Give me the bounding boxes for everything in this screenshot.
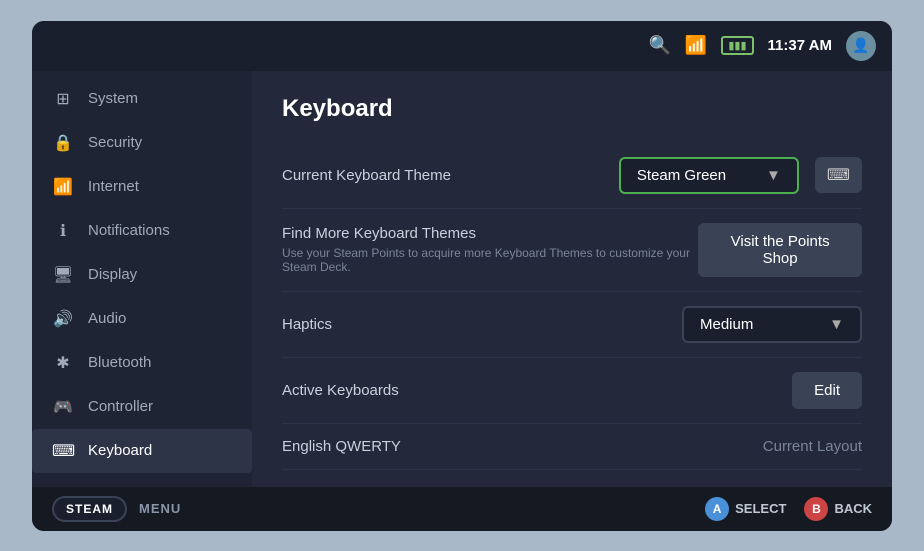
chevron-down-icon: ▼ [766,167,781,184]
info-icon: ℹ [52,221,74,241]
keyboard-icon: ⌨ [52,441,74,461]
avatar[interactable]: 👤 [846,31,876,61]
sidebar-item-label: Bluetooth [88,354,151,371]
back-label: BACK [834,501,872,516]
layout-row: English QWERTY Current Layout [282,424,862,470]
sidebar-item-keyboard[interactable]: ⌨ Keyboard [32,429,252,473]
haptics-value: Medium [700,316,753,333]
signal-icon: 📶 [685,35,707,56]
steam-button[interactable]: STEAM [52,496,127,522]
sidebar-item-friends[interactable]: 👥 Friends & Chat [32,473,252,487]
sidebar-item-display[interactable]: 🖥 Display [32,253,252,297]
clock: 11:37 AM [768,37,832,54]
back-action: B BACK [804,497,872,521]
haptics-label: Haptics [282,316,332,333]
wifi-icon: 📶 [52,177,74,197]
haptics-dropdown[interactable]: Medium ▼ [682,306,862,343]
theme-controls: Steam Green ▼ ⌨ [619,157,862,194]
lock-icon: 🔒 [52,133,74,153]
sidebar-item-bluetooth[interactable]: ✱ Bluetooth [32,341,252,385]
layout-label: English QWERTY [282,438,401,455]
bottom-actions: A SELECT B BACK [705,497,872,521]
search-icon[interactable]: 🔍 [649,35,671,56]
trackpad-typing-section: TRACKPAD TYPING [282,470,862,487]
sidebar-item-internet[interactable]: 📶 Internet [32,165,252,209]
sidebar-item-label: Display [88,266,137,283]
audio-icon: 🔊 [52,309,74,329]
keyboard-preview-button[interactable]: ⌨ [815,157,862,193]
sidebar-item-security[interactable]: 🔒 Security [32,121,252,165]
bottom-bar: STEAM MENU A SELECT B BACK [32,487,892,531]
sidebar: ⊞ System 🔒 Security 📶 Internet ℹ Notific… [32,71,252,487]
sidebar-item-label: Audio [88,310,126,327]
system-icon: ⊞ [52,89,74,109]
page-title: Keyboard [282,95,862,123]
sidebar-item-audio[interactable]: 🔊 Audio [32,297,252,341]
find-themes-label: Find More Keyboard Themes [282,225,698,242]
sidebar-item-label: System [88,90,138,107]
bluetooth-icon: ✱ [52,353,74,373]
find-themes-info: Find More Keyboard Themes Use your Steam… [282,225,698,274]
content-panel: Keyboard Current Keyboard Theme Steam Gr… [252,71,892,487]
theme-dropdown[interactable]: Steam Green ▼ [619,157,799,194]
sidebar-item-label: Internet [88,178,139,195]
edit-keyboards-button[interactable]: Edit [792,372,862,409]
theme-value: Steam Green [637,167,726,184]
active-keyboards-label: Active Keyboards [282,382,399,399]
select-action: A SELECT [705,497,786,521]
sidebar-item-controller[interactable]: 🎮 Controller [32,385,252,429]
current-layout-badge: Current Layout [763,438,862,455]
haptics-row: Haptics Medium ▼ [282,292,862,358]
chevron-down-icon: ▼ [829,316,844,333]
find-themes-row: Find More Keyboard Themes Use your Steam… [282,209,862,292]
points-shop-button[interactable]: Visit the Points Shop [698,223,862,277]
battery-icon: ▮▮▮ [721,36,753,55]
display-icon: 🖥 [52,265,74,285]
b-button-icon[interactable]: B [804,497,828,521]
controller-icon: 🎮 [52,397,74,417]
a-button-icon[interactable]: A [705,497,729,521]
main-area: ⊞ System 🔒 Security 📶 Internet ℹ Notific… [32,71,892,487]
sidebar-item-label: Keyboard [88,442,152,459]
keyboard-theme-row: Current Keyboard Theme Steam Green ▼ ⌨ [282,143,862,209]
sidebar-item-label: Security [88,134,142,151]
top-bar: 🔍 📶 ▮▮▮ 11:37 AM 👤 [32,21,892,71]
status-icons: 🔍 📶 ▮▮▮ 11:37 AM 👤 [649,31,877,61]
menu-label: MENU [139,501,181,516]
select-label: SELECT [735,501,786,516]
sidebar-item-label: Notifications [88,222,170,239]
sidebar-item-label: Controller [88,398,153,415]
theme-label: Current Keyboard Theme [282,167,451,184]
sidebar-item-system[interactable]: ⊞ System [32,77,252,121]
sidebar-item-notifications[interactable]: ℹ Notifications [32,209,252,253]
points-description: Use your Steam Points to acquire more Ke… [282,246,698,274]
device-frame: 🔍 📶 ▮▮▮ 11:37 AM 👤 ⊞ System 🔒 Security 📶… [32,21,892,531]
active-keyboards-row: Active Keyboards Edit [282,358,862,424]
